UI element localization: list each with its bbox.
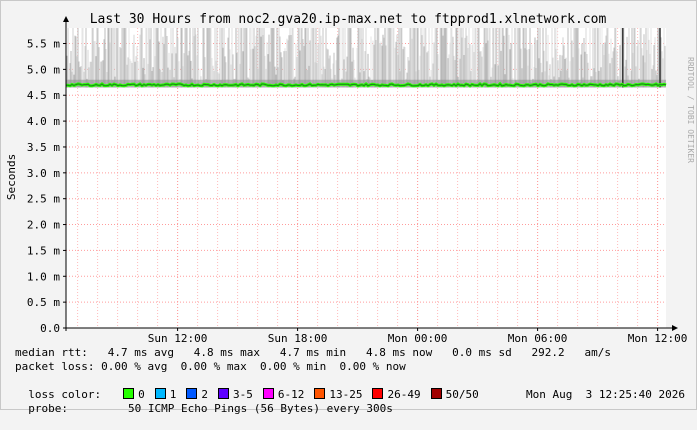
y-tick-label: 4.5 m: [27, 89, 60, 102]
y-tick-label: 5.0 m: [27, 63, 60, 76]
rrdtool-watermark: RRDTOOL / TOBI OETIKER: [686, 57, 695, 163]
x-tick-label: Sun 18:00: [268, 332, 328, 345]
probe-label: probe:: [28, 402, 68, 415]
stats-packet-loss: packet loss: 0.00 % avg 0.00 % max 0.00 …: [15, 360, 406, 373]
chart-title: Last 30 Hours from noc2.gva20.ip-max.net…: [90, 12, 607, 27]
y-tick-label: 2.0 m: [27, 219, 60, 232]
y-tick-label: 3.0 m: [27, 167, 60, 180]
stats-probe: probe: 50 ICMP Echo Pings (56 Bytes) ever…: [15, 388, 685, 430]
x-tick-label: Mon 12:00: [628, 332, 688, 345]
timestamp: Mon Aug 3 12:25:40 2026: [526, 388, 685, 401]
x-tick-label: Mon 00:00: [388, 332, 448, 345]
y-axis-arrow: [63, 16, 69, 22]
y-tick-label: 0.5 m: [27, 296, 60, 309]
y-tick-label: 4.0 m: [27, 115, 60, 128]
y-tick-label: 1.5 m: [27, 244, 60, 257]
probe-text: 50 ICMP Echo Pings (56 Bytes) every 300s: [128, 402, 393, 415]
latency-chart: Last 30 Hours from noc2.gva20.ip-max.net…: [5, 12, 695, 345]
plot-area: 0.0 0.5 m 1.0 m 1.5 m 2.0 m 2.5 m 3.0 m 3.5 m 4.…: [27, 16, 688, 345]
y-tick-label: 5.5 m: [27, 38, 60, 51]
y-axis-label: Seconds: [5, 154, 18, 200]
y-tick-label: 0.0: [40, 322, 60, 335]
x-tick-label: Sun 12:00: [148, 332, 208, 345]
y-tick-label: 1.0 m: [27, 270, 60, 283]
y-tick-label: 3.5 m: [27, 141, 60, 154]
stats-median-rtt: median rtt: 4.7 ms avg 4.8 ms max 4.7 ms…: [15, 346, 612, 359]
x-tick-label: Mon 06:00: [508, 332, 568, 345]
x-axis-arrow: [672, 325, 678, 331]
y-tick-label: 2.5 m: [27, 193, 60, 206]
